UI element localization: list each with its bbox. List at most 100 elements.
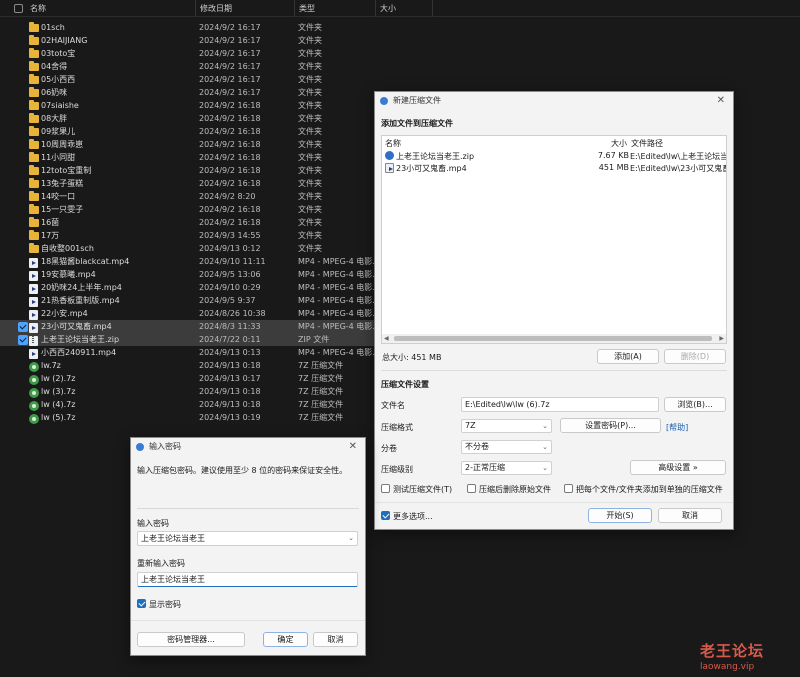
- file-row[interactable]: 20奶咪24上半年.mp4 2024/9/10 0:29 MP4 - MPEG-4 …: [0, 281, 385, 294]
- more-options-label[interactable]: 更多选项...: [393, 511, 433, 522]
- level-label: 压缩级别: [381, 465, 413, 474]
- folder-icon: [29, 152, 39, 162]
- file-name: 18黑猫酱blackcat.mp4: [41, 257, 130, 266]
- filename-input[interactable]: E:\Edited\lw\lw (6).7z: [461, 397, 659, 412]
- level-select[interactable]: 2-正常压缩 ⌄: [461, 461, 552, 475]
- file-row[interactable]: 09浆果儿 2024/9/2 16:18 文件夹: [0, 125, 385, 138]
- list-header-name[interactable]: 名称: [385, 138, 401, 149]
- file-row[interactable]: lw.7z 2024/9/13 0:18 7Z 压缩文件: [0, 359, 385, 372]
- chevron-down-icon[interactable]: ⌄: [348, 532, 354, 545]
- start-button[interactable]: 开始(S): [588, 508, 652, 523]
- column-date[interactable]: 修改日期: [196, 0, 295, 17]
- ok-button[interactable]: 确定: [263, 632, 308, 647]
- file-row[interactable]: 05小西西 2024/9/2 16:17 文件夹: [0, 73, 385, 86]
- folder-icon: [29, 204, 39, 214]
- column-name[interactable]: 名称: [26, 0, 196, 17]
- advanced-settings-button[interactable]: 高级设置 »: [630, 460, 726, 475]
- more-options-checkbox[interactable]: [381, 511, 390, 520]
- file-row[interactable]: 23小可又鬼畜.mp4 2024/8/3 11:33 MP4 - MPEG-4 电影…: [0, 320, 385, 333]
- file-row[interactable]: 04舍得 2024/9/2 16:17 文件夹: [0, 60, 385, 73]
- folder-icon: [29, 217, 39, 227]
- format-select[interactable]: 7Z ⌄: [461, 419, 552, 433]
- file-type: 文件夹: [298, 49, 322, 58]
- file-row[interactable]: 07siaishe 2024/9/2 16:18 文件夹: [0, 99, 385, 112]
- each-separate-label[interactable]: 把每个文件/文件夹添加到单独的压缩文件: [576, 484, 723, 495]
- folder-icon: [29, 113, 39, 123]
- cancel-button[interactable]: 取消: [313, 632, 358, 647]
- file-type: 文件夹: [298, 36, 322, 45]
- file-row[interactable]: 14咬一口 2024/9/2 8:20 文件夹: [0, 190, 385, 203]
- file-row[interactable]: 02HAIJIANG 2024/9/2 16:17 文件夹: [0, 34, 385, 47]
- file-name: 20奶咪24上半年.mp4: [41, 283, 122, 292]
- file-name: 07siaishe: [41, 101, 79, 110]
- row-checkbox[interactable]: [18, 322, 28, 332]
- close-icon[interactable]: ✕: [717, 92, 725, 110]
- cancel-button[interactable]: 取消: [658, 508, 722, 523]
- column-type[interactable]: 类型: [295, 0, 376, 17]
- scrollbar-thumb[interactable]: [394, 336, 712, 341]
- file-row[interactable]: 上老王论坛当老王.zip 2024/7/22 0:11 ZIP 文件: [0, 333, 385, 346]
- zip-file-icon: [29, 336, 38, 346]
- scroll-right-icon[interactable]: ▶: [719, 335, 724, 342]
- enter-password-label: 输入密码: [137, 519, 169, 528]
- each-separate-checkbox[interactable]: [564, 484, 573, 493]
- file-type: 文件夹: [298, 140, 322, 149]
- test-archive-label[interactable]: 测试压缩文件(T): [393, 484, 452, 495]
- list-header-size[interactable]: 大小: [611, 138, 627, 149]
- enter-password-combo[interactable]: 上老王论坛当老王 ⌄: [137, 531, 358, 546]
- file-row[interactable]: lw (5).7z 2024/9/13 0:19 7Z 压缩文件: [0, 411, 385, 424]
- file-row[interactable]: 08大胖 2024/9/2 16:18 文件夹: [0, 112, 385, 125]
- file-row[interactable]: 16菌 2024/9/2 16:18 文件夹: [0, 216, 385, 229]
- file-name: 17万: [41, 231, 60, 240]
- reenter-password-input[interactable]: 上老王论坛当老王: [137, 572, 358, 587]
- horizontal-scrollbar[interactable]: ◀ ▶: [382, 334, 726, 343]
- file-row[interactable]: 06奶咪 2024/9/2 16:17 文件夹: [0, 86, 385, 99]
- file-row[interactable]: 19安慕曦.mp4 2024/9/5 13:06 MP4 - MPEG-4 电影..…: [0, 268, 385, 281]
- file-row[interactable]: 11小同甜 2024/9/2 16:18 文件夹: [0, 151, 385, 164]
- 7z-archive-icon: [29, 388, 39, 398]
- select-all-checkbox[interactable]: [14, 4, 23, 13]
- archive-list-item[interactable]: 上老王论坛当老王.zip 7.67 KB E:\Edited\lw\上老王论坛当老: [384, 150, 726, 162]
- file-date: 2024/9/13 0:13: [199, 348, 261, 357]
- file-row[interactable]: 12toto宝重制 2024/9/2 16:18 文件夹: [0, 164, 385, 177]
- file-row[interactable]: lw (4).7z 2024/9/13 0:18 7Z 压缩文件: [0, 398, 385, 411]
- close-icon[interactable]: ✕: [349, 438, 357, 456]
- row-checkbox[interactable]: [18, 335, 28, 345]
- file-row[interactable]: 01sch 2024/9/2 16:17 文件夹: [0, 21, 385, 34]
- watermark-url: laowang.vip: [700, 662, 755, 672]
- add-button[interactable]: 添加(A): [597, 349, 659, 364]
- file-row[interactable]: 自收整001sch 2024/9/13 0:12 文件夹: [0, 242, 385, 255]
- file-row[interactable]: lw (3).7z 2024/9/13 0:18 7Z 压缩文件: [0, 385, 385, 398]
- file-row[interactable]: 13兔子蛋糕 2024/9/2 16:18 文件夹: [0, 177, 385, 190]
- file-row[interactable]: 小西西240911.mp4 2024/9/13 0:13 MP4 - MPEG-4 …: [0, 346, 385, 359]
- file-name: 05小西西: [41, 75, 76, 84]
- show-password-label[interactable]: 显示密码: [149, 599, 181, 610]
- file-row[interactable]: 10周周乖崽 2024/9/2 16:18 文件夹: [0, 138, 385, 151]
- set-password-button[interactable]: 设置密码(P)...: [560, 418, 661, 433]
- file-row[interactable]: 03toto宝 2024/9/2 16:17 文件夹: [0, 47, 385, 60]
- file-row[interactable]: 18黑猫酱blackcat.mp4 2024/9/10 11:11 MP4 - MP…: [0, 255, 385, 268]
- file-date: 2024/9/2 16:17: [199, 23, 261, 32]
- password-manager-button[interactable]: 密码管理器...: [137, 632, 245, 647]
- file-row[interactable]: 15一只雯子 2024/9/2 16:18 文件夹: [0, 203, 385, 216]
- file-row[interactable]: 22小安.mp4 2024/8/26 10:38 MP4 - MPEG-4 电影..…: [0, 307, 385, 320]
- test-archive-checkbox[interactable]: [381, 484, 390, 493]
- file-type: 文件夹: [298, 101, 322, 110]
- browse-button[interactable]: 浏览(B)...: [664, 397, 726, 412]
- folder-icon: [29, 178, 39, 188]
- show-password-checkbox[interactable]: [137, 599, 146, 608]
- archive-list-item[interactable]: 23小可又鬼畜.mp4 451 MB E:\Edited\lw\23小可又鬼畜.: [384, 162, 726, 174]
- delete-after-checkbox[interactable]: [467, 484, 476, 493]
- list-header-path[interactable]: 文件路径: [631, 138, 663, 149]
- file-row[interactable]: 17万 2024/9/3 14:55 文件夹: [0, 229, 385, 242]
- file-row[interactable]: lw (2).7z 2024/9/13 0:17 7Z 压缩文件: [0, 372, 385, 385]
- file-row[interactable]: 21热香板重制版.mp4 2024/9/5 9:37 MP4 - MPEG-4 电影…: [0, 294, 385, 307]
- delete-after-label[interactable]: 压缩后删除原始文件: [479, 484, 551, 495]
- item-path: E:\Edited\lw\上老王论坛当老: [630, 152, 726, 161]
- scroll-left-icon[interactable]: ◀: [384, 335, 389, 342]
- delete-button[interactable]: 删除(D): [664, 349, 726, 364]
- column-size[interactable]: 大小: [376, 0, 433, 17]
- help-link[interactable]: [帮助]: [666, 422, 688, 433]
- volume-select[interactable]: 不分卷 ⌄: [461, 440, 552, 454]
- file-date: 2024/9/2 16:18: [199, 179, 261, 188]
